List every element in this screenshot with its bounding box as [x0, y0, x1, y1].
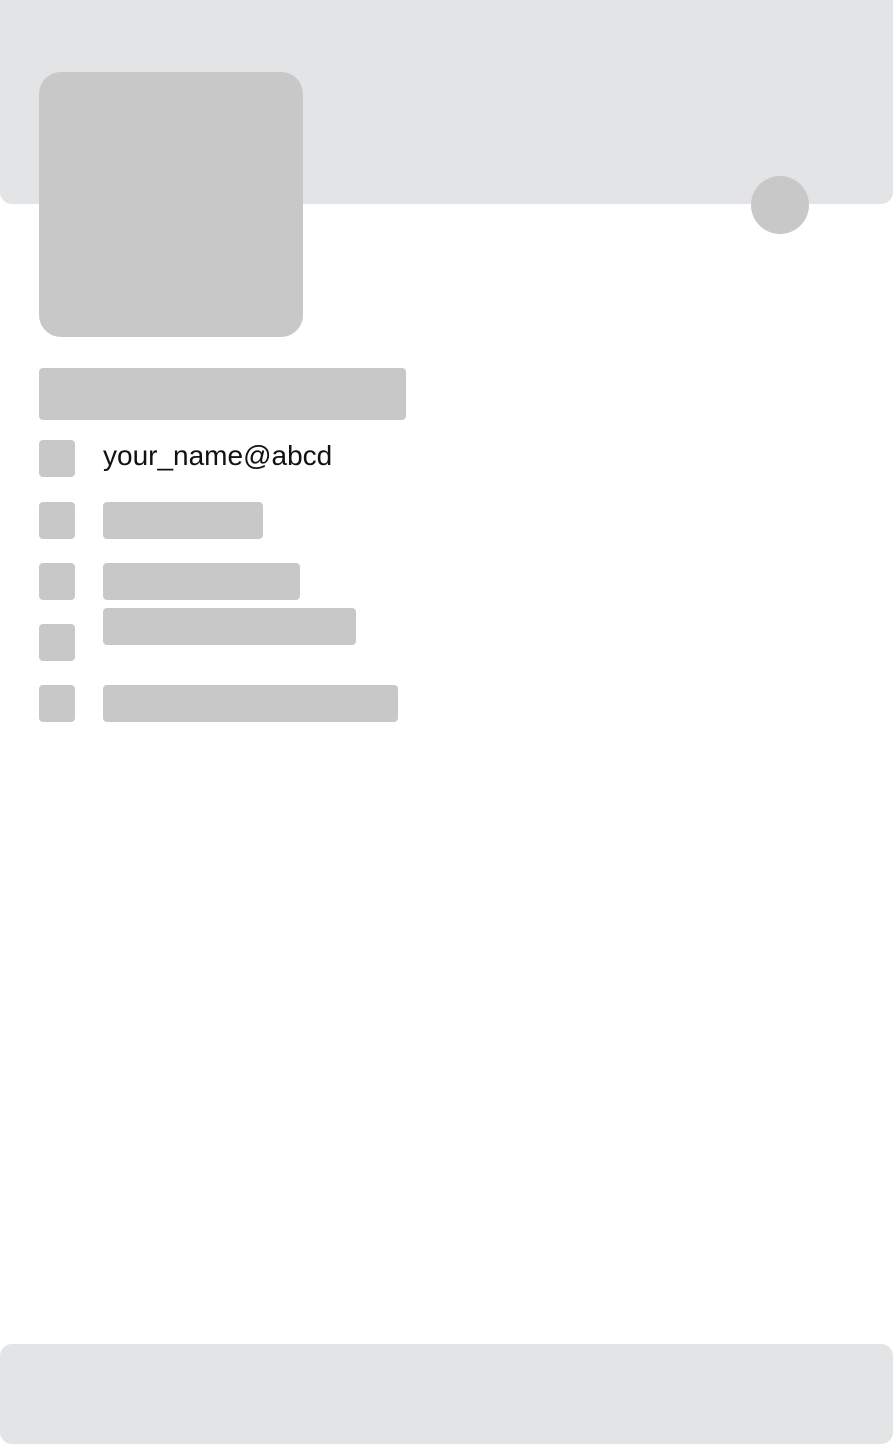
info-row-5-placeholder — [103, 685, 398, 722]
info-row-2-placeholder — [103, 502, 263, 539]
email-icon — [39, 440, 75, 477]
profile-name-placeholder — [39, 368, 406, 420]
info-row-5-icon — [39, 685, 75, 722]
profile-page: your_name@abcd — [0, 0, 894, 1445]
info-row-2-icon — [39, 502, 75, 539]
info-row-3-icon — [39, 563, 75, 600]
info-row-4-icon — [39, 624, 75, 661]
profile-avatar[interactable] — [39, 72, 303, 337]
edit-profile-button[interactable] — [751, 176, 809, 234]
bottom-bar — [0, 1344, 893, 1444]
info-row-3-placeholder — [103, 563, 300, 600]
profile-email: your_name@abcd — [103, 440, 333, 471]
info-row-4-placeholder — [103, 608, 356, 645]
